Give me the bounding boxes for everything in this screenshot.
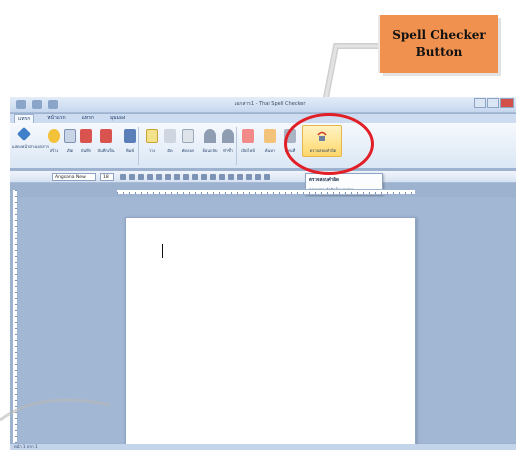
window-controls (474, 98, 514, 108)
ribbon-label: บันทึกเป็น (97, 148, 115, 153)
ribbon: แสดงหน้าต่างเอกสาร สร้าง เปิด บันทึก บัน… (10, 123, 516, 169)
align-right-icon[interactable] (228, 174, 234, 180)
format-icons (120, 174, 270, 180)
format-toolbar: Angsana New 18 (10, 171, 516, 183)
save-icon[interactable] (32, 100, 42, 109)
ribbon-label: คัดลอก (181, 148, 195, 153)
open-file-icon (242, 129, 254, 143)
justify-icon[interactable] (237, 174, 243, 180)
bold-icon[interactable] (138, 174, 144, 180)
undo-icon (204, 129, 216, 143)
copy-button[interactable]: คัดลอก (176, 129, 200, 154)
window-title: เอกสาร1 - Thai Spell Checker (234, 101, 306, 107)
maximize-button[interactable] (487, 98, 499, 108)
document-page[interactable] (125, 217, 416, 450)
close-button[interactable] (500, 98, 514, 108)
numbering-icon[interactable] (201, 174, 207, 180)
ribbon-label: แสดงหน้าต่างเอกสาร (12, 144, 50, 149)
title-bar: เอกสาร1 - Thai Spell Checker (10, 97, 516, 113)
tooltip-title: ตรวจสอบคำผิด (309, 178, 339, 183)
shrink-font-icon[interactable] (129, 174, 135, 180)
spell-checker-callout: Spell Checker Button (380, 15, 498, 73)
strikethrough-icon[interactable] (165, 174, 171, 180)
text-cursor (162, 244, 163, 258)
copy-icon (182, 129, 194, 143)
callout-line2: Button (415, 45, 463, 59)
grow-font-icon[interactable] (120, 174, 126, 180)
font-size-select[interactable]: 18 (100, 173, 114, 181)
align-left-icon[interactable] (210, 174, 216, 180)
highlight-icon[interactable] (183, 174, 189, 180)
print-icon (124, 129, 136, 143)
open-file-button[interactable]: เปิดไฟล์ (236, 129, 260, 154)
underline-icon[interactable] (156, 174, 162, 180)
save-icon (80, 129, 92, 143)
indent-icon[interactable] (255, 174, 261, 180)
font-color-icon[interactable] (174, 174, 180, 180)
font-name-select[interactable]: Angsana New (52, 173, 96, 181)
group-separator (138, 127, 139, 165)
line-spacing-icon[interactable] (246, 174, 252, 180)
ribbon-label: เปิดไฟล์ (241, 148, 255, 153)
tab-3[interactable]: มุมมอง (107, 114, 128, 123)
tab-2[interactable]: แทรก (79, 114, 97, 123)
minimize-button[interactable] (474, 98, 486, 108)
document-icon (16, 126, 32, 142)
italic-icon[interactable] (147, 174, 153, 180)
find-icon (264, 129, 276, 143)
tab-1[interactable]: หน้าแรก (44, 114, 68, 123)
ribbon-tabs: แทรก หน้าแรก แทรก มุมมอง (10, 114, 516, 123)
callout-line1: Spell Checker (392, 28, 486, 42)
save-as-icon (100, 129, 112, 143)
paste-icon (146, 129, 158, 143)
highlight-circle (284, 113, 374, 175)
save-as-button[interactable]: บันทึกเป็น (94, 129, 118, 154)
tab-0[interactable]: แทรก (14, 114, 35, 123)
undo-icon[interactable] (48, 100, 58, 109)
outdent-icon[interactable] (264, 174, 270, 180)
app-icon[interactable] (16, 100, 26, 109)
bullets-icon[interactable] (192, 174, 198, 180)
quick-access-toolbar (16, 100, 58, 109)
align-center-icon[interactable] (219, 174, 225, 180)
decorative-swoosh (0, 398, 111, 422)
document-window-button[interactable]: แสดงหน้าต่างเอกสาร (12, 126, 50, 150)
cut-icon (164, 129, 176, 143)
redo-icon (222, 129, 234, 143)
horizontal-ruler[interactable] (116, 189, 416, 195)
